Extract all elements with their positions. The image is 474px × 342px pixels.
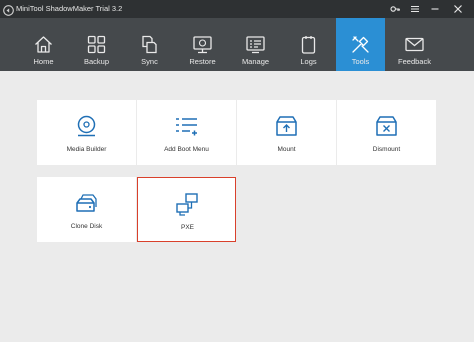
pxe-label: PXE bbox=[180, 224, 194, 231]
add-boot-menu-label: Add Boot Menu bbox=[164, 146, 209, 153]
main-toolbar: Home Backup Sync Restore Manage Logs Too… bbox=[0, 18, 474, 71]
clone-disk-label: Clone Disk bbox=[70, 223, 103, 230]
feedback-icon bbox=[404, 34, 425, 55]
tab-sync-label: Sync bbox=[141, 57, 158, 66]
tools-icon bbox=[350, 34, 371, 55]
app-logo-icon bbox=[3, 3, 14, 16]
tab-sync[interactable]: Sync bbox=[125, 18, 174, 71]
tab-logs-label: Logs bbox=[300, 57, 317, 66]
title-bar: MiniTool ShadowMaker Trial 3.2 bbox=[0, 0, 474, 18]
tools-panel: Media Builder Add Boot Menu Mount Dismou… bbox=[0, 71, 474, 342]
mount-label: Mount bbox=[277, 146, 296, 153]
backup-icon bbox=[86, 34, 107, 55]
tab-home[interactable]: Home bbox=[19, 18, 68, 71]
pxe-card[interactable]: PXE bbox=[137, 177, 236, 242]
tab-logs[interactable]: Logs bbox=[284, 18, 333, 71]
tab-home-label: Home bbox=[33, 57, 54, 66]
logs-icon bbox=[298, 34, 319, 55]
restore-icon bbox=[192, 34, 213, 55]
tab-tools-label: Tools bbox=[351, 57, 370, 66]
minimize-button[interactable] bbox=[428, 2, 442, 16]
tab-feedback-label: Feedback bbox=[398, 57, 431, 66]
key-icon[interactable] bbox=[388, 2, 402, 16]
tab-feedback[interactable]: Feedback bbox=[390, 18, 439, 71]
close-button[interactable] bbox=[451, 2, 465, 16]
dismount-card[interactable]: Dismount bbox=[337, 100, 436, 165]
clone-disk-icon bbox=[74, 191, 99, 216]
tab-restore-label: Restore bbox=[189, 57, 216, 66]
tab-backup-label: Backup bbox=[83, 57, 110, 66]
home-icon bbox=[33, 34, 54, 55]
mount-icon bbox=[274, 114, 299, 139]
dismount-label: Dismount bbox=[372, 146, 401, 153]
clone-disk-card[interactable]: Clone Disk bbox=[37, 177, 136, 242]
tab-manage[interactable]: Manage bbox=[231, 18, 280, 71]
tab-tools[interactable]: Tools bbox=[336, 18, 385, 71]
tab-manage-label: Manage bbox=[241, 57, 270, 66]
media-builder-icon bbox=[74, 114, 99, 139]
add-boot-menu-card[interactable]: Add Boot Menu bbox=[137, 100, 236, 165]
sync-icon bbox=[139, 34, 160, 55]
tab-backup[interactable]: Backup bbox=[72, 18, 121, 71]
menu-icon[interactable] bbox=[408, 2, 422, 16]
media-builder-label: Media Builder bbox=[66, 146, 107, 153]
tab-restore[interactable]: Restore bbox=[178, 18, 227, 71]
media-builder-card[interactable]: Media Builder bbox=[37, 100, 136, 165]
mount-card[interactable]: Mount bbox=[237, 100, 336, 165]
pxe-icon bbox=[175, 192, 200, 217]
boot-menu-icon bbox=[174, 114, 199, 139]
window-title: MiniTool ShadowMaker Trial 3.2 bbox=[16, 4, 123, 13]
manage-icon bbox=[245, 34, 266, 55]
dismount-icon bbox=[374, 114, 399, 139]
